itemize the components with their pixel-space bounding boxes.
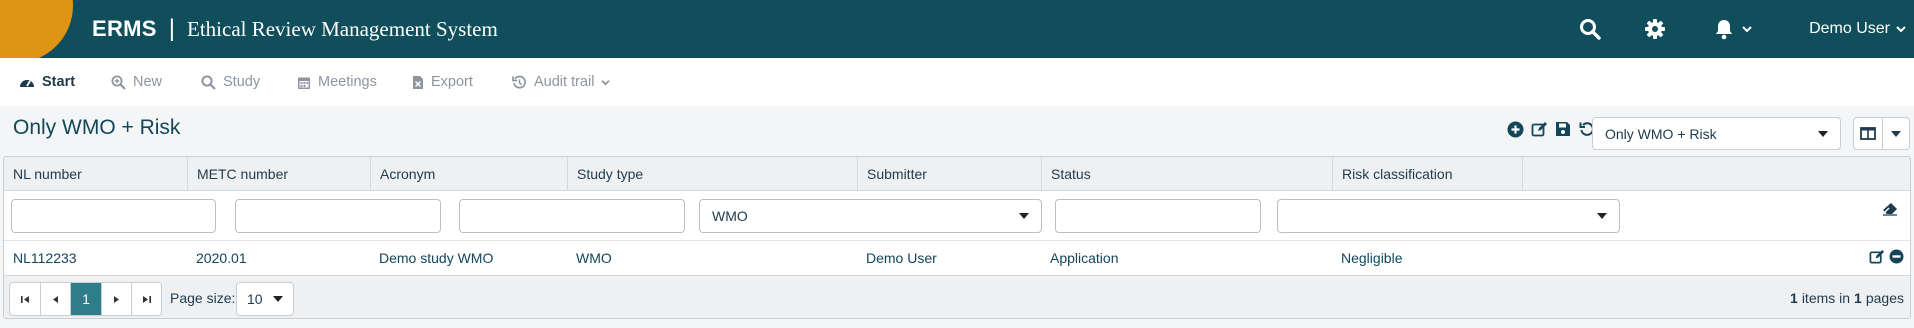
- grid-pager: 1 Page size: 10 1 items in 1 pages: [4, 276, 1910, 318]
- brand-full-name: Ethical Review Management System: [187, 16, 498, 41]
- first-page-button[interactable]: [10, 283, 40, 315]
- grid-filter-row: WMO: [4, 191, 1910, 241]
- page-size-value: 10: [247, 291, 263, 307]
- nav-audit-trail[interactable]: Audit trail: [512, 58, 611, 106]
- main-nav: Start New Study Meetings Export Audit tr…: [0, 58, 1914, 106]
- last-page-icon: [142, 295, 151, 303]
- status-filter-select[interactable]: [1277, 199, 1620, 233]
- nav-start-label: Start: [42, 74, 76, 90]
- cell-status: Application: [1050, 250, 1119, 266]
- clear-filters-eraser-icon[interactable]: [1882, 202, 1898, 219]
- user-name: Demo User: [1809, 20, 1890, 37]
- calendar-icon: [298, 77, 310, 89]
- page-size-label: Page size:: [170, 290, 236, 306]
- nav-export-label: Export: [431, 74, 473, 90]
- previous-page-icon: [53, 295, 58, 303]
- next-page-button[interactable]: [101, 283, 131, 315]
- search-icon: [201, 74, 216, 90]
- nav-meetings[interactable]: Meetings: [297, 58, 377, 106]
- page-title: Only WMO + Risk: [13, 116, 181, 139]
- acronym-filter-input[interactable]: [459, 199, 685, 233]
- current-page-button[interactable]: 1: [70, 283, 101, 315]
- remove-row-icon[interactable]: [1889, 249, 1904, 267]
- study-type-filter-select[interactable]: WMO: [699, 199, 1042, 233]
- add-view-icon[interactable]: [1506, 120, 1524, 138]
- items-count: 1: [1790, 290, 1798, 306]
- first-page-icon: [21, 295, 29, 303]
- search-icon[interactable]: [1576, 15, 1604, 43]
- nav-audit-trail-label: Audit trail: [534, 74, 595, 90]
- column-header-acronym[interactable]: Acronym: [370, 157, 567, 190]
- cell-metc-number: 2020.01: [196, 250, 247, 266]
- columns-icon[interactable]: [1854, 118, 1882, 149]
- brand-short: ERMS: [92, 16, 157, 41]
- table-row[interactable]: NL112233 2020.01 Demo study WMO WMO Demo…: [4, 241, 1910, 276]
- column-header-metc-number[interactable]: METC number: [187, 157, 370, 190]
- submitter-filter-input[interactable]: [1055, 199, 1261, 233]
- study-type-filter-value: WMO: [712, 208, 748, 224]
- pagination: 1: [9, 282, 162, 316]
- dashboard-icon: [20, 80, 34, 87]
- column-header-risk-classification[interactable]: Risk classification: [1332, 157, 1522, 190]
- cell-acronym: Demo study WMO: [379, 250, 494, 266]
- column-chooser-button[interactable]: [1853, 117, 1910, 150]
- grid-header-row: NL number METC number Acronym Study type…: [4, 157, 1910, 191]
- last-page-button[interactable]: [131, 283, 161, 315]
- caret-down-icon: [1019, 213, 1029, 219]
- caret-down-icon: [1818, 130, 1828, 137]
- user-menu[interactable]: Demo User: [1809, 0, 1906, 58]
- brand[interactable]: ERMS | Ethical Review Management System: [92, 0, 498, 58]
- column-header-nl-number[interactable]: NL number: [4, 157, 187, 190]
- cell-study-type: WMO: [576, 250, 612, 266]
- notifications-dropdown[interactable]: [1714, 15, 1764, 43]
- gear-icon[interactable]: [1641, 15, 1669, 43]
- zoom-plus-icon: [111, 75, 126, 90]
- column-header-submitter[interactable]: Submitter: [857, 157, 1041, 190]
- next-page-icon: [114, 295, 119, 303]
- nav-new[interactable]: New: [111, 58, 162, 106]
- column-header-actions: [1522, 157, 1910, 190]
- nav-meetings-label: Meetings: [318, 74, 377, 90]
- cell-submitter: Demo User: [866, 250, 937, 266]
- caret-down-icon: [1597, 213, 1607, 219]
- nav-new-label: New: [133, 74, 163, 90]
- edit-view-icon[interactable]: [1530, 120, 1548, 138]
- edit-row-icon[interactable]: [1869, 249, 1885, 268]
- nav-study[interactable]: Study: [201, 58, 260, 106]
- saved-view-select[interactable]: Only WMO + Risk: [1592, 117, 1841, 150]
- nav-study-label: Study: [223, 74, 261, 90]
- file-export-icon: [413, 75, 423, 89]
- metc-number-filter-input[interactable]: [235, 199, 441, 233]
- saved-view-select-value: Only WMO + Risk: [1605, 125, 1717, 142]
- brand-separator: |: [168, 15, 175, 42]
- page-size-select[interactable]: 10: [236, 282, 294, 316]
- caret-down-icon[interactable]: [1881, 118, 1910, 149]
- history-icon: [512, 75, 526, 89]
- pager-info: 1 items in 1 pages: [1790, 276, 1904, 318]
- row-actions: [1869, 241, 1904, 275]
- pages-count: 1: [1854, 290, 1862, 306]
- cell-risk-classification: Negligible: [1341, 250, 1403, 266]
- pages-text: pages: [1865, 290, 1904, 306]
- logo-shape: [0, 0, 73, 58]
- save-view-icon[interactable]: [1554, 120, 1572, 138]
- chevron-down-icon: [1896, 26, 1906, 33]
- study-grid: NL number METC number Acronym Study type…: [3, 156, 1911, 319]
- column-header-study-type[interactable]: Study type: [567, 157, 857, 190]
- caret-down-icon: [273, 296, 283, 302]
- column-header-status[interactable]: Status: [1041, 157, 1332, 190]
- top-header: ERMS | Ethical Review Management System …: [0, 0, 1914, 58]
- bell-icon: [1716, 20, 1732, 40]
- chevron-down-icon: [1742, 26, 1752, 33]
- cell-nl-number: NL112233: [13, 250, 77, 266]
- nav-export[interactable]: Export: [412, 58, 473, 106]
- nl-number-filter-input[interactable]: [11, 199, 216, 233]
- previous-page-button[interactable]: [40, 283, 70, 315]
- items-text: items in: [1801, 290, 1851, 306]
- chevron-down-icon: [601, 79, 611, 85]
- view-tools: [1506, 120, 1596, 138]
- nav-start[interactable]: Start: [19, 58, 75, 106]
